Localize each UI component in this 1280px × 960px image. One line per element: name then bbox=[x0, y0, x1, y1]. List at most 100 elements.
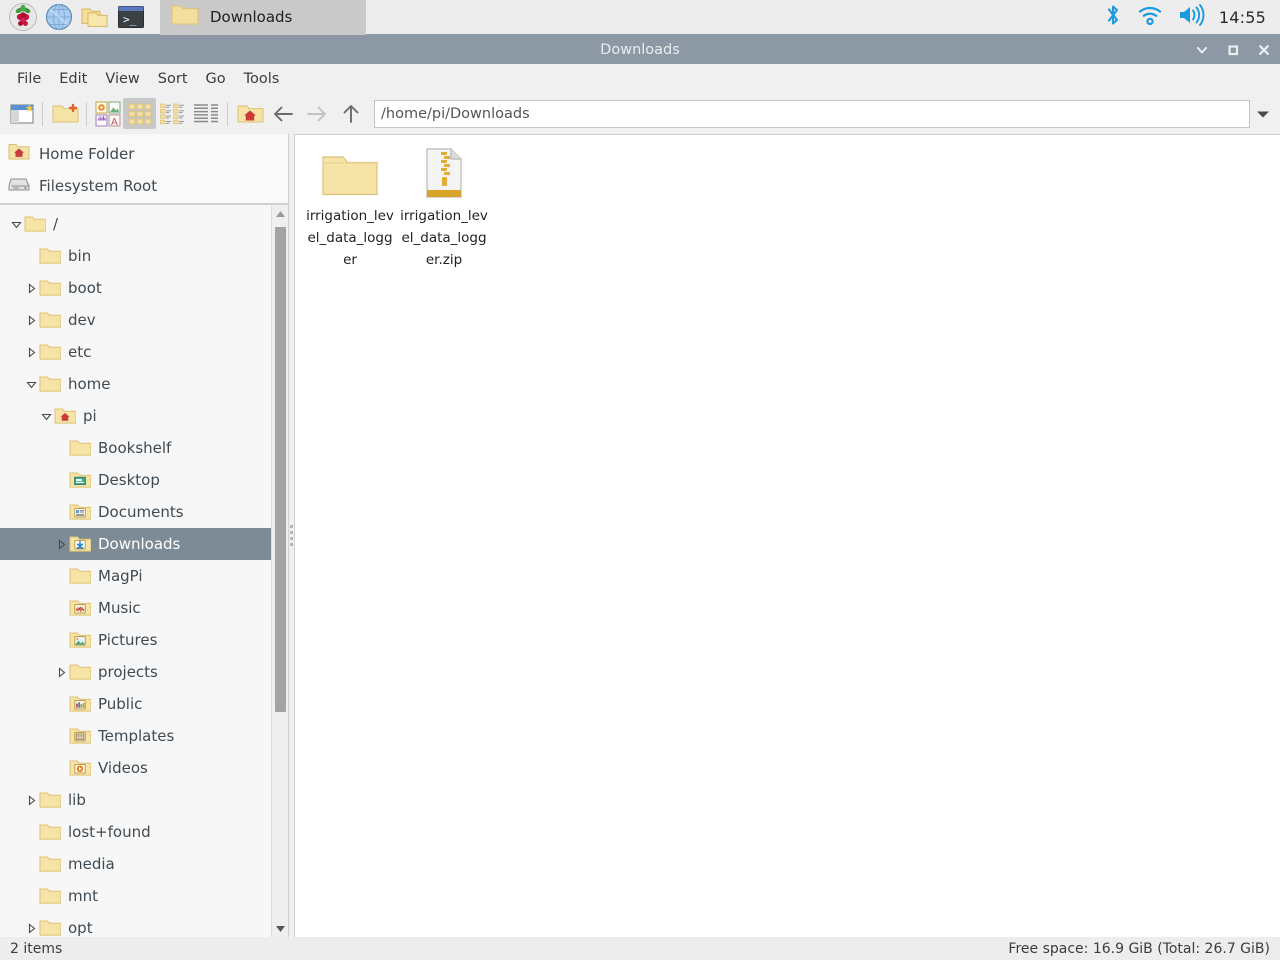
menubar: File Edit View Sort Go Tools bbox=[0, 64, 1280, 93]
chevron-right-icon[interactable] bbox=[53, 656, 69, 688]
tree-item-public[interactable]: Public bbox=[0, 688, 270, 720]
tree-twisty-placeholder bbox=[53, 432, 69, 464]
tree-item-pictures[interactable]: Pictures bbox=[0, 624, 270, 656]
zip-archive-icon bbox=[421, 147, 467, 199]
tree-item-magpi[interactable]: MagPi bbox=[0, 560, 270, 592]
view-mode-detailed-list-button[interactable] bbox=[189, 98, 222, 129]
path-text: /home/pi/Downloads bbox=[381, 106, 530, 122]
menu-tools[interactable]: Tools bbox=[235, 68, 289, 90]
toolbar-separator bbox=[227, 102, 228, 126]
place-home-folder[interactable]: Home Folder bbox=[0, 138, 288, 170]
scroll-up-arrow[interactable] bbox=[272, 205, 288, 222]
chevron-down-icon[interactable] bbox=[23, 368, 39, 400]
tree-twisty-placeholder bbox=[53, 464, 69, 496]
new-tab-button[interactable] bbox=[6, 98, 37, 129]
taskbar-window-button-downloads[interactable]: Downloads bbox=[160, 0, 366, 35]
menu-go[interactable]: Go bbox=[197, 68, 235, 90]
tree-item-bookshelf[interactable]: Bookshelf bbox=[0, 432, 270, 464]
tree-item-media[interactable]: media bbox=[0, 848, 270, 880]
tree-item-lost-found[interactable]: lost+found bbox=[0, 816, 270, 848]
chevron-down-icon[interactable] bbox=[38, 400, 54, 432]
tree-twisty-placeholder bbox=[53, 496, 69, 528]
up-button[interactable] bbox=[334, 98, 368, 129]
tree-item-boot[interactable]: boot bbox=[0, 272, 270, 304]
web-browser-icon[interactable] bbox=[42, 0, 76, 34]
tree-item-label: dev bbox=[68, 311, 96, 329]
file-item-label: irrigation_level_data_logger.zip bbox=[398, 205, 490, 271]
file-manager-icon[interactable] bbox=[78, 0, 112, 34]
folder-icon bbox=[39, 373, 61, 395]
toolbar-separator bbox=[86, 102, 87, 126]
chevron-right-icon[interactable] bbox=[23, 912, 39, 937]
volume-icon[interactable] bbox=[1177, 4, 1205, 30]
tree-item-label: Bookshelf bbox=[98, 439, 171, 457]
chevron-right-icon[interactable] bbox=[23, 304, 39, 336]
directory-tree-scrollbar[interactable] bbox=[271, 205, 288, 937]
minimize-button[interactable] bbox=[1192, 40, 1212, 60]
tree-item-music[interactable]: Music bbox=[0, 592, 270, 624]
tree-item-label: media bbox=[68, 855, 115, 873]
tree-item-pi[interactable]: pi bbox=[0, 400, 270, 432]
home-button[interactable] bbox=[233, 98, 266, 129]
path-input[interactable]: /home/pi/Downloads bbox=[374, 100, 1250, 128]
tree-item-home[interactable]: home bbox=[0, 368, 270, 400]
tree-item-lib[interactable]: lib bbox=[0, 784, 270, 816]
chevron-right-icon[interactable] bbox=[23, 784, 39, 816]
window-titlebar[interactable]: Downloads bbox=[0, 36, 1280, 64]
tree-item-templates[interactable]: Templates bbox=[0, 720, 270, 752]
view-mode-thumbnail-button[interactable]: A bbox=[92, 98, 123, 129]
clock[interactable]: 14:55 bbox=[1219, 8, 1266, 27]
folder-icon bbox=[69, 565, 91, 587]
tree-item-desktop[interactable]: Desktop bbox=[0, 464, 270, 496]
documents-folder-icon bbox=[69, 501, 91, 523]
terminal-icon[interactable]: >_ bbox=[114, 0, 148, 34]
tree-item-projects[interactable]: projects bbox=[0, 656, 270, 688]
tree-item-label: Pictures bbox=[98, 631, 157, 649]
new-folder-button[interactable] bbox=[48, 98, 81, 129]
maximize-button[interactable] bbox=[1223, 40, 1243, 60]
tree-item-label: bin bbox=[68, 247, 91, 265]
chevron-right-icon[interactable] bbox=[23, 336, 39, 368]
scroll-down-arrow[interactable] bbox=[272, 920, 289, 937]
tree-item-downloads[interactable]: Downloads bbox=[0, 528, 274, 560]
scrollbar-thumb[interactable] bbox=[275, 227, 286, 712]
view-mode-icon-button[interactable] bbox=[123, 98, 156, 129]
chevron-down-icon[interactable] bbox=[8, 208, 24, 240]
toolbar: A bbox=[0, 93, 1280, 134]
tree-item-[interactable]: / bbox=[0, 208, 270, 240]
file-list-pane[interactable]: irrigation_level_data_loggerirrigation_l… bbox=[294, 134, 1280, 937]
tree-item-videos[interactable]: Videos bbox=[0, 752, 270, 784]
tree-item-opt[interactable]: opt bbox=[0, 912, 270, 937]
tree-item-bin[interactable]: bin bbox=[0, 240, 270, 272]
chevron-right-icon[interactable] bbox=[23, 272, 39, 304]
item-count-label: 2 items bbox=[10, 941, 62, 957]
raspberry-menu-icon[interactable] bbox=[6, 0, 40, 34]
menu-edit[interactable]: Edit bbox=[50, 68, 96, 90]
path-dropdown-button[interactable] bbox=[1252, 98, 1274, 129]
file-item[interactable]: irrigation_level_data_logger.zip bbox=[397, 143, 491, 277]
wifi-icon[interactable] bbox=[1137, 4, 1163, 30]
place-filesystem-root[interactable]: Filesystem Root bbox=[0, 170, 288, 202]
bluetooth-icon[interactable] bbox=[1103, 3, 1123, 31]
close-button[interactable] bbox=[1254, 40, 1274, 60]
chevron-right-icon[interactable] bbox=[53, 528, 69, 560]
tree-item-documents[interactable]: Documents bbox=[0, 496, 270, 528]
tree-item-etc[interactable]: etc bbox=[0, 336, 270, 368]
place-label: Filesystem Root bbox=[39, 177, 157, 195]
view-mode-compact-button[interactable] bbox=[156, 98, 189, 129]
downloads-folder-icon bbox=[69, 533, 91, 555]
main-split: Home Folder Filesystem Root / bin boot dev e… bbox=[0, 134, 1280, 937]
tree-item-mnt[interactable]: mnt bbox=[0, 880, 270, 912]
system-tray: 14:55 bbox=[1103, 3, 1280, 31]
folder-icon bbox=[39, 277, 61, 299]
tree-item-label: Music bbox=[98, 599, 141, 617]
menu-sort[interactable]: Sort bbox=[149, 68, 197, 90]
tree-twisty-placeholder bbox=[23, 240, 39, 272]
back-button[interactable] bbox=[266, 98, 300, 129]
tree-item-dev[interactable]: dev bbox=[0, 304, 270, 336]
tree-item-label: mnt bbox=[68, 887, 98, 905]
directory-tree[interactable]: / bin boot dev etchomepi Bookshelf DesktopDocu… bbox=[0, 204, 289, 937]
menu-view[interactable]: View bbox=[96, 68, 148, 90]
file-item[interactable]: irrigation_level_data_logger bbox=[303, 143, 397, 277]
menu-file[interactable]: File bbox=[8, 68, 50, 90]
